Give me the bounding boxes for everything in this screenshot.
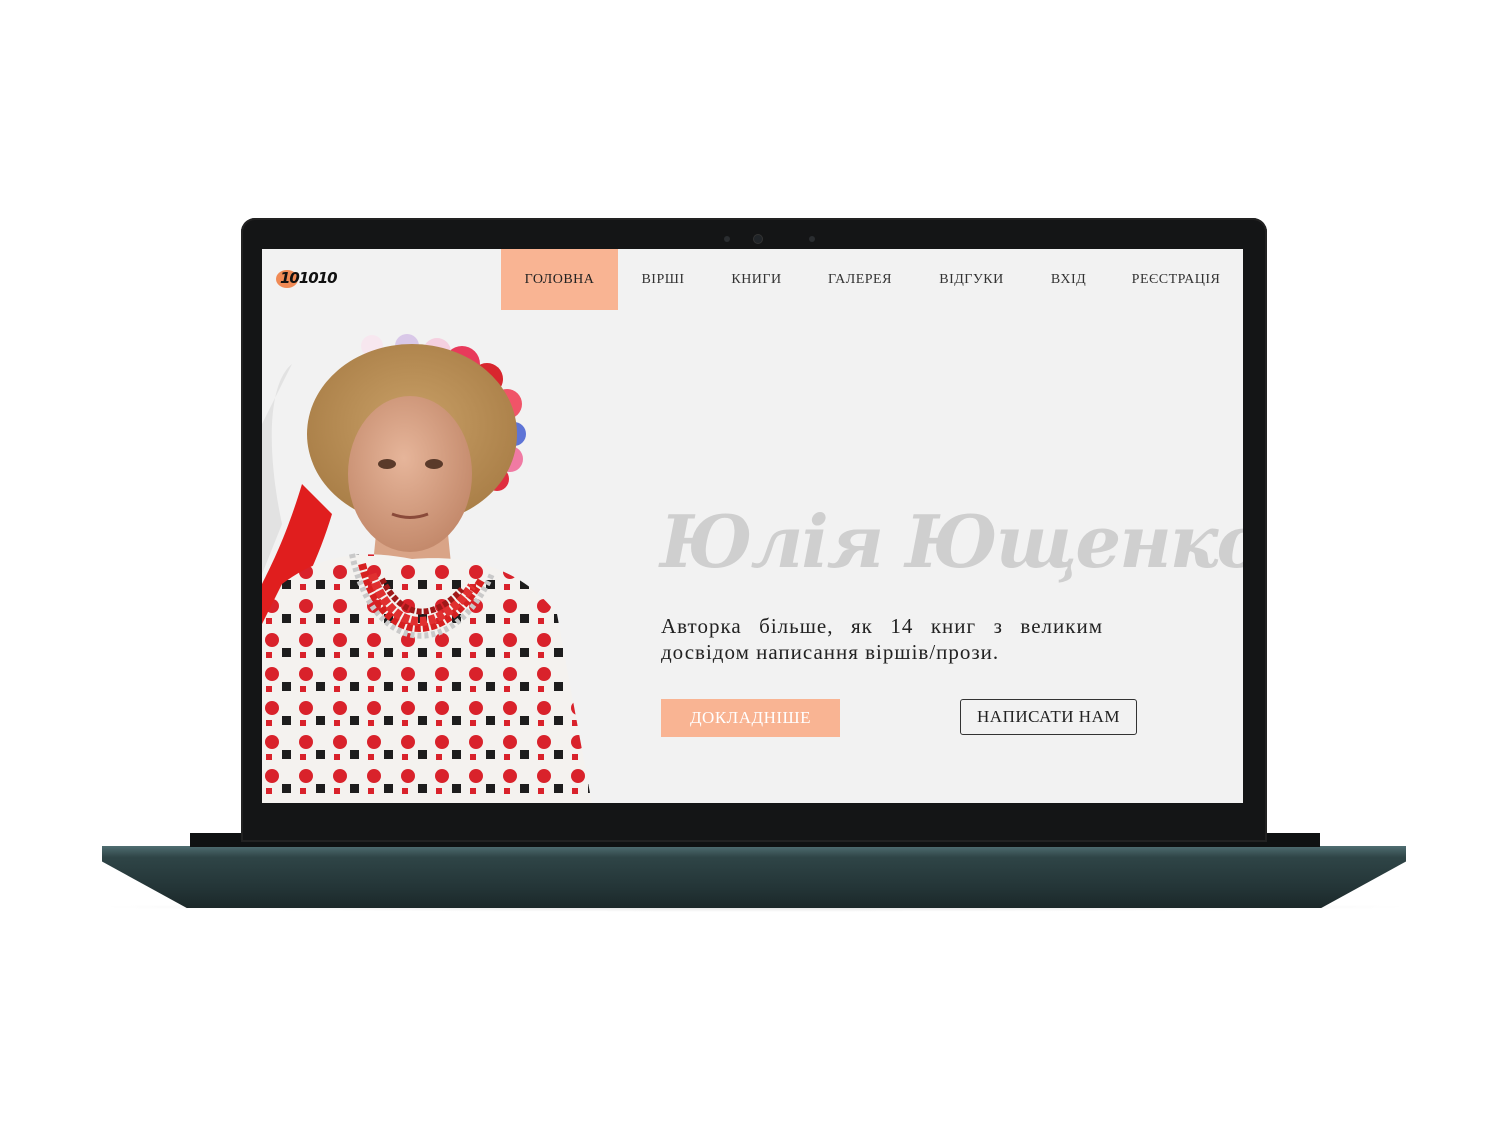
more-button[interactable]: ДОКЛАДНІШЕ [661,699,840,737]
author-description: Авторка більше, як 14 книг з великим дос… [661,614,1103,664]
nav-item-poems[interactable]: ВІРШІ [618,249,708,310]
contact-button[interactable]: НАПИСАТИ НАМ [960,699,1137,735]
sensor-dot [724,236,730,242]
nav-item-register[interactable]: РЕЄСТРАЦІЯ [1109,249,1243,310]
nav-item-gallery[interactable]: ГАЛЕРЕЯ [805,249,915,310]
logo-text: 101010 [280,269,338,287]
sensor-dot [809,236,815,242]
nav-item-reviews[interactable]: ВІДГУКИ [915,249,1028,310]
site-logo[interactable]: 101010 [276,269,338,288]
nav-item-login[interactable]: ВХІД [1028,249,1109,310]
website-screen: 101010 ГОЛОВНА ВІРШІ КНИГИ ГАЛЕРЕЯ ВІДГУ… [262,249,1243,803]
author-name: Юлія Ющенко [660,499,1243,584]
nav-item-books[interactable]: КНИГИ [708,249,805,310]
webcam-icon [754,235,762,243]
laptop-base [102,846,1406,908]
nav-item-home[interactable]: ГОЛОВНА [501,249,618,310]
main-nav: ГОЛОВНА ВІРШІ КНИГИ ГАЛЕРЕЯ ВІДГУКИ ВХІД… [501,249,1243,310]
author-portrait [262,334,592,803]
